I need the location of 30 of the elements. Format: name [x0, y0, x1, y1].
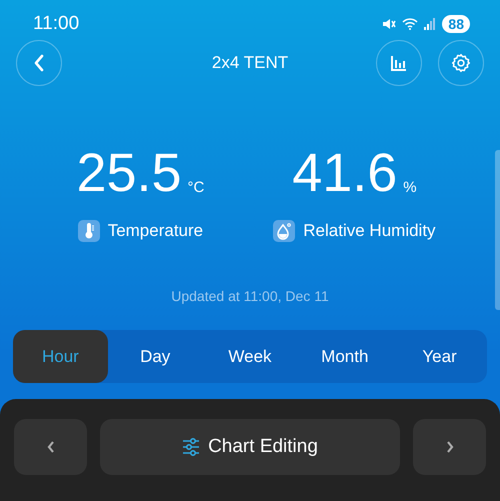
settings-icon [451, 53, 471, 73]
sliders-icon [182, 438, 200, 456]
chevron-right-icon [444, 440, 454, 454]
period-tab[interactable]: Hour [13, 330, 108, 383]
chart-editing-button[interactable]: Chart Editing [100, 419, 400, 475]
settings-button[interactable] [438, 40, 484, 86]
period-tab[interactable]: Month [297, 330, 392, 383]
battery-level: 88 [442, 15, 470, 33]
chart-button[interactable] [376, 40, 422, 86]
bar-chart-icon [390, 54, 408, 72]
period-tab[interactable]: Day [108, 330, 203, 383]
reading-unit: % [403, 179, 417, 196]
reading-label: Temperature [108, 221, 204, 241]
reading-label: Relative Humidity [303, 221, 436, 241]
updated-text: Updated at 11:00, Dec 11 [170, 288, 330, 304]
reading-value: 41.6 [292, 144, 398, 202]
wifi-icon [402, 18, 418, 30]
device-title: 2x4 TENT [212, 53, 288, 73]
thermometer-icon [78, 220, 100, 242]
signal-icon [424, 18, 436, 30]
reading-unit: °C [188, 179, 204, 196]
water-drop-icon [273, 220, 296, 242]
back-button[interactable] [16, 40, 62, 86]
back-icon [33, 54, 45, 72]
period-tab[interactable]: Week [202, 330, 298, 383]
reading-value: 25.5 [76, 144, 182, 202]
period-tab[interactable]: Year [392, 330, 487, 383]
status-time: 11:00 [33, 13, 80, 35]
mute-icon [382, 18, 396, 30]
chevron-left-icon [46, 440, 56, 454]
